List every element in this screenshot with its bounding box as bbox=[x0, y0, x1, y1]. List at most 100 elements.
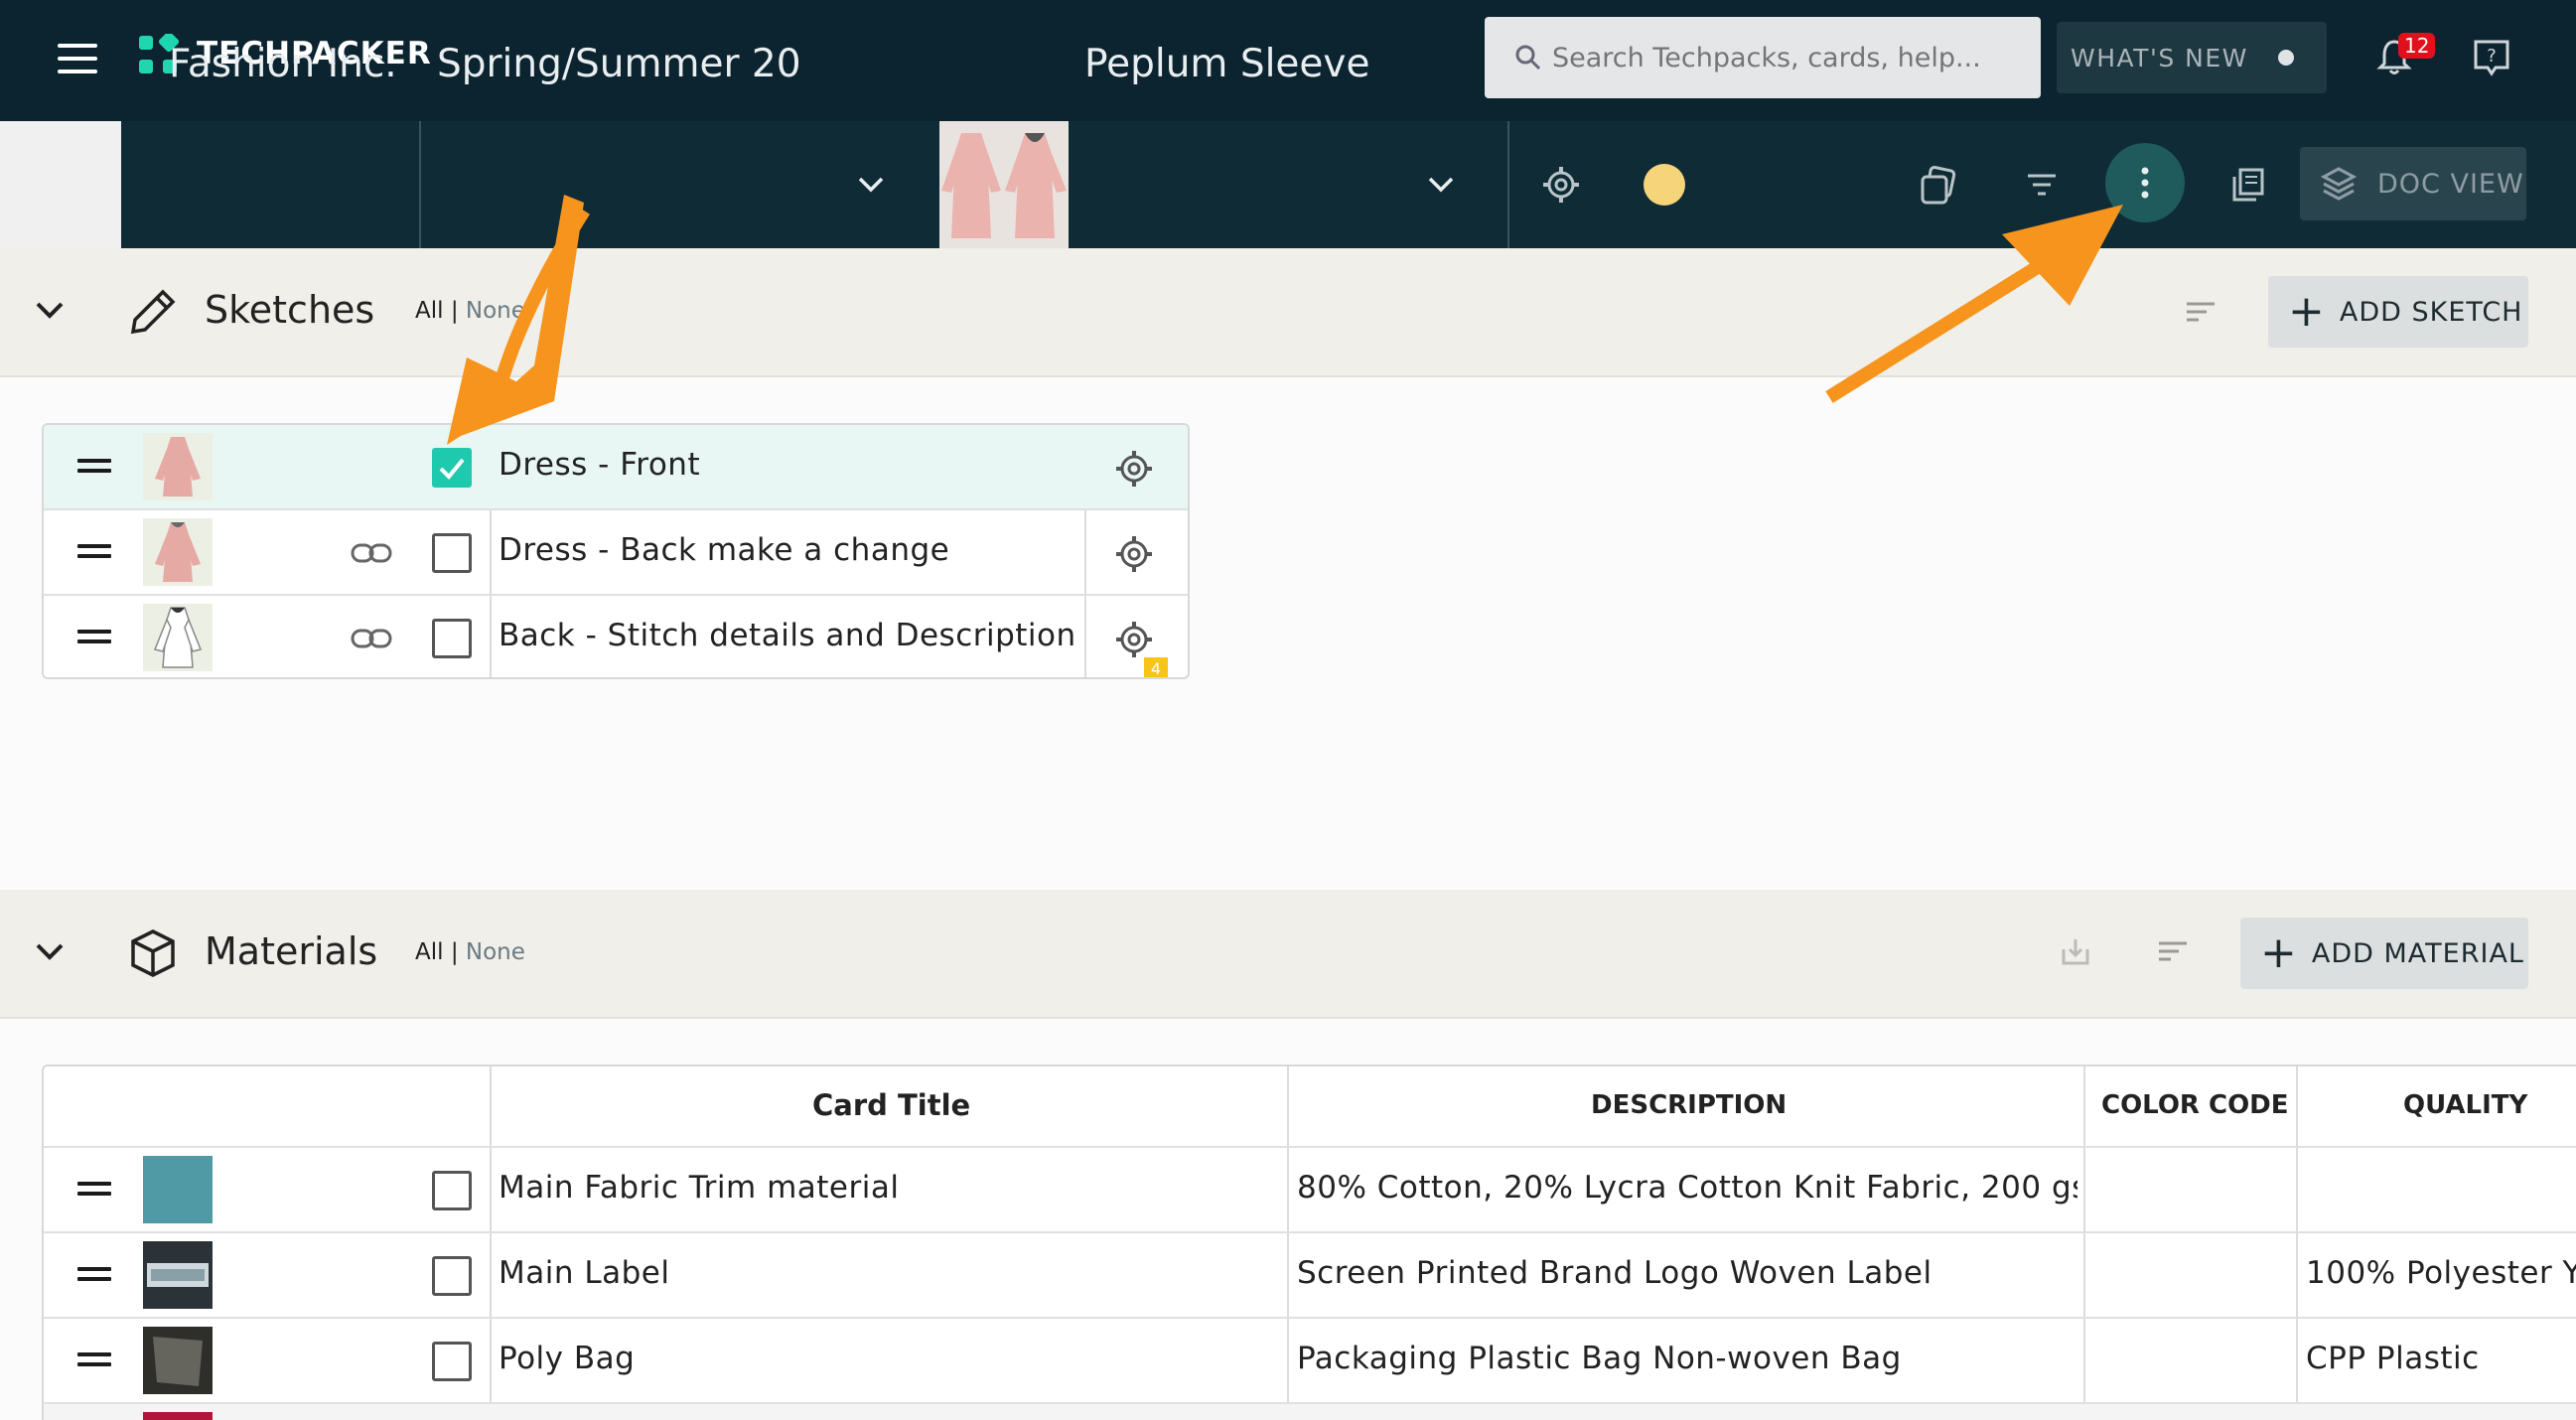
sidebar-gutter bbox=[0, 121, 121, 248]
table-row[interactable]: Poly Bag Packaging Plastic Bag Non-woven… bbox=[44, 1319, 2576, 1404]
sketch-settings-gear-icon[interactable] bbox=[1114, 534, 1154, 574]
settings-gear-icon[interactable] bbox=[1541, 165, 1581, 205]
sketches-collapse-chevron-icon[interactable] bbox=[34, 300, 66, 322]
doc-view-button[interactable]: DOC VIEW bbox=[2300, 147, 2526, 220]
drag-handle-icon[interactable] bbox=[77, 1267, 111, 1287]
material-title[interactable]: Poly Bag bbox=[499, 1341, 635, 1376]
material-quality: 100% Polyester Yarn bbox=[2306, 1255, 2576, 1291]
materials-table: Card Title DESCRIPTION COLOR CODE QUALIT… bbox=[42, 1065, 2576, 1420]
help-chat-icon[interactable]: ? bbox=[2472, 38, 2511, 79]
style-chevron-down-icon[interactable] bbox=[1426, 175, 1456, 195]
add-sketch-label: ADD SKETCH bbox=[2339, 296, 2523, 328]
search-box[interactable] bbox=[1485, 17, 2041, 98]
breadcrumb-style-label: Peplum Sleeve bbox=[1084, 41, 1370, 86]
material-title[interactable]: Main Fabric Trim material bbox=[499, 1170, 899, 1206]
sketches-table: Dress - Front Dress - Back make a change bbox=[42, 423, 1190, 679]
sketch-checkbox[interactable] bbox=[432, 619, 472, 658]
filter-icon[interactable] bbox=[2024, 171, 2060, 199]
sketch-thumbnail[interactable] bbox=[143, 604, 213, 671]
header-divider bbox=[1507, 121, 1509, 248]
breadcrumb-season-label: Spring/Summer 20 bbox=[437, 41, 801, 86]
status-indicator-icon[interactable] bbox=[1644, 164, 1685, 206]
material-thumbnail[interactable] bbox=[143, 1156, 213, 1223]
more-options-button[interactable] bbox=[2105, 143, 2185, 222]
vertical-dots-icon bbox=[2141, 167, 2149, 199]
sketch-checkbox[interactable] bbox=[432, 448, 472, 488]
materials-collapse-chevron-icon[interactable] bbox=[34, 941, 66, 963]
column-header-card-title[interactable]: Card Title bbox=[812, 1088, 970, 1122]
cube-icon bbox=[131, 929, 175, 977]
search-icon bbox=[1515, 45, 1541, 71]
column-header-description[interactable]: DESCRIPTION bbox=[1591, 1090, 1787, 1120]
sketches-select-none[interactable]: None bbox=[466, 298, 525, 324]
column-header-quality[interactable]: QUALITY bbox=[2403, 1090, 2527, 1120]
table-row-partial bbox=[44, 1404, 2576, 1420]
sketch-checkbox[interactable] bbox=[432, 533, 472, 573]
material-thumbnail[interactable] bbox=[143, 1327, 213, 1394]
sketch-settings-gear-icon[interactable] bbox=[1114, 449, 1154, 489]
sketch-row[interactable]: Dress - Front bbox=[44, 425, 1188, 510]
sketch-thumbnail[interactable] bbox=[143, 433, 213, 500]
material-title[interactable]: Main Label bbox=[499, 1255, 670, 1291]
search-input[interactable] bbox=[1552, 42, 2019, 73]
breadcrumb-company[interactable]: Fashion Inc. bbox=[169, 0, 397, 127]
sketch-title[interactable]: Back - Stitch details and Description bbox=[499, 618, 1076, 653]
drag-handle-icon[interactable] bbox=[77, 544, 111, 564]
comment-count-badge[interactable]: 4 bbox=[1144, 657, 1168, 677]
season-chevron-down-icon[interactable] bbox=[856, 175, 886, 195]
import-icon[interactable] bbox=[2060, 937, 2091, 967]
doc-view-label: DOC VIEW bbox=[2377, 168, 2524, 200]
whats-new-label: WHAT'S NEW bbox=[2071, 43, 2248, 72]
duplicate-icon[interactable] bbox=[1919, 165, 1958, 205]
add-material-button[interactable]: + ADD MATERIAL bbox=[2240, 918, 2528, 989]
material-thumbnail bbox=[143, 1412, 213, 1420]
material-checkbox[interactable] bbox=[432, 1342, 472, 1381]
sketch-row[interactable]: Back - Stitch details and Description 4 bbox=[44, 596, 1188, 677]
breadcrumb-season[interactable]: Spring/Summer 20 bbox=[437, 0, 801, 127]
materials-title: Materials bbox=[205, 929, 378, 973]
breadcrumb-company-label: Fashion Inc. bbox=[169, 41, 397, 86]
link-icon[interactable] bbox=[350, 622, 393, 655]
sketch-row[interactable]: Dress - Back make a change bbox=[44, 510, 1188, 596]
sketch-thumbnail[interactable] bbox=[143, 518, 213, 586]
sketch-title[interactable]: Dress - Back make a change bbox=[499, 532, 949, 568]
drag-handle-icon[interactable] bbox=[77, 459, 111, 479]
material-quality: CPP Plastic bbox=[2306, 1341, 2480, 1376]
material-description: 80% Cotton, 20% Lycra Cotton Knit Fabric… bbox=[1297, 1170, 2077, 1206]
drag-handle-icon[interactable] bbox=[77, 1182, 111, 1202]
material-checkbox[interactable] bbox=[432, 1171, 472, 1210]
materials-sort-icon[interactable] bbox=[2157, 939, 2189, 963]
add-sketch-button[interactable]: + ADD SKETCH bbox=[2268, 276, 2528, 348]
materials-select-none[interactable]: None bbox=[466, 939, 525, 965]
hamburger-menu-icon[interactable] bbox=[58, 44, 97, 73]
link-icon[interactable] bbox=[350, 536, 393, 570]
column-header-color-code[interactable]: COLOR CODE bbox=[2101, 1090, 2289, 1120]
sketch-title[interactable]: Dress - Front bbox=[499, 447, 700, 483]
checkmark-icon bbox=[439, 458, 465, 480]
techpack-header-bar bbox=[121, 121, 2576, 248]
table-row[interactable]: Main Label Screen Printed Brand Logo Wov… bbox=[44, 1233, 2576, 1319]
add-material-label: ADD MATERIAL bbox=[2311, 937, 2524, 969]
layers-icon bbox=[2320, 167, 2358, 201]
pages-icon[interactable] bbox=[2230, 167, 2266, 203]
breadcrumb-style[interactable]: Peplum Sleeve bbox=[1084, 0, 1369, 127]
pencil-icon bbox=[130, 289, 176, 335]
app-root: TECHPACKER WHAT'S NEW 12 ? Fashion Inc. bbox=[0, 0, 2576, 1420]
material-thumbnail[interactable] bbox=[143, 1241, 213, 1309]
materials-section-header bbox=[0, 890, 2576, 1019]
sketches-select-all[interactable]: All bbox=[415, 298, 444, 324]
breadcrumb-divider bbox=[419, 121, 421, 248]
whats-new-button[interactable]: WHAT'S NEW bbox=[2057, 22, 2327, 93]
drag-handle-icon[interactable] bbox=[77, 630, 111, 649]
sketches-sort-icon[interactable] bbox=[2185, 300, 2217, 324]
material-description: Packaging Plastic Bag Non-woven Bag bbox=[1297, 1341, 1902, 1376]
sketches-title: Sketches bbox=[205, 288, 375, 332]
plus-icon: + bbox=[2260, 927, 2298, 978]
table-row[interactable]: Main Fabric Trim material 80% Cotton, 20… bbox=[44, 1148, 2576, 1233]
material-description: Screen Printed Brand Logo Woven Label bbox=[1297, 1255, 1932, 1291]
drag-handle-icon[interactable] bbox=[77, 1352, 111, 1372]
materials-select-all[interactable]: All bbox=[415, 939, 444, 965]
sketch-settings-gear-icon[interactable] bbox=[1114, 620, 1154, 659]
material-checkbox[interactable] bbox=[432, 1256, 472, 1296]
plus-icon: + bbox=[2288, 286, 2326, 337]
